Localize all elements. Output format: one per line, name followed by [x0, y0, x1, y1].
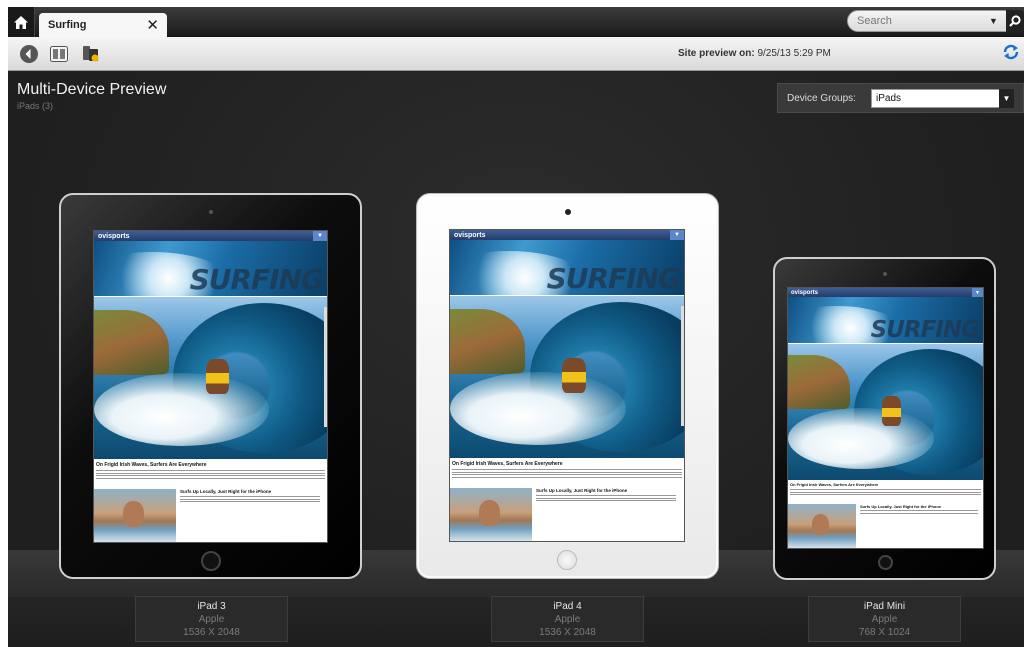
page-subtitle: iPads (3)	[17, 101, 54, 111]
screen-scrollbar[interactable]	[681, 306, 684, 426]
device-screen[interactable]: ovisports ▼ SURFING On Frigid Irish Wave…	[787, 287, 984, 549]
close-icon[interactable]: ✕	[146, 18, 159, 33]
camera-dot	[883, 272, 887, 276]
article-headline[interactable]: On Frigid Irish Waves, Surfers Are Every…	[96, 462, 207, 468]
device-screen[interactable]: ovisports ▼ SURFING On Frigid Irish Wave…	[449, 229, 685, 542]
site-banner: SURFING	[788, 297, 983, 343]
device-caption-ipad-3[interactable]: iPad 3 Apple 1536 X 2048	[135, 596, 288, 642]
devices-icon	[83, 46, 99, 62]
preview-area: Multi-Device Preview iPads (3) Device Gr…	[8, 72, 1024, 647]
device-resolution: 1536 X 2048	[183, 626, 240, 638]
thumbnail-image	[94, 489, 176, 542]
device-caption-ipad-mini[interactable]: iPad Mini Apple 768 X 1024	[808, 596, 961, 642]
banner-text: SURFING	[546, 262, 681, 295]
tab-label: Surfing	[48, 19, 87, 31]
article-headline[interactable]: On Frigid Irish Waves, Surfers Are Every…	[452, 461, 563, 467]
home-button-hardware	[878, 555, 893, 570]
search-box: ▼	[847, 10, 1008, 32]
site-menu-icon[interactable]: ▼	[313, 231, 327, 241]
device-maker: Apple	[198, 613, 225, 625]
article-text	[96, 470, 325, 480]
app-window: Surfing ✕ ▼	[8, 7, 1024, 647]
site-menu-icon[interactable]: ▼	[972, 288, 983, 297]
tab-bar: Surfing ✕ ▼	[8, 7, 1024, 37]
site-brand: ovisports	[98, 232, 130, 240]
side-article-headline[interactable]: Surfs Up Locally, Just Right for the iPh…	[180, 489, 271, 494]
screen-scrollbar[interactable]	[324, 307, 327, 427]
camera-dot	[209, 210, 213, 214]
device-screen[interactable]: ovisports ▼ SURFING On Frigid Irish Wave…	[93, 230, 328, 543]
home-button[interactable]	[8, 7, 35, 37]
device-name: iPad 3	[197, 600, 226, 612]
device-ipad-3: ovisports ▼ SURFING On Frigid Irish Wave…	[59, 193, 362, 579]
site-preview-value: 9/25/13 5:29 PM	[757, 48, 831, 59]
chevron-down-icon[interactable]: ▼	[989, 16, 998, 26]
site-banner: SURFING	[94, 241, 327, 296]
site-header: ovisports ▼	[450, 230, 684, 240]
back-button[interactable]	[16, 41, 42, 67]
thumbnail-image	[788, 504, 856, 548]
chevron-down-icon[interactable]: ▼	[999, 88, 1014, 108]
search-input[interactable]	[857, 15, 985, 27]
site-banner: SURFING	[450, 240, 684, 295]
home-icon	[14, 15, 28, 29]
toolbar: Site preview on: 9/25/13 5:29 PM	[8, 37, 1024, 71]
device-groups-select[interactable]: iPads ▼	[871, 88, 1014, 108]
banner-text: SURFING	[189, 263, 324, 296]
refresh-button[interactable]	[1002, 43, 1020, 66]
back-arrow-icon	[20, 45, 38, 63]
device-resolution: 768 X 1024	[858, 626, 911, 638]
device-maker: Apple	[871, 613, 898, 625]
thumbnail-image	[450, 488, 532, 541]
side-article-text	[180, 496, 320, 504]
device-name: iPad Mini	[863, 600, 906, 612]
device-maker: Apple	[554, 613, 581, 625]
home-button-hardware	[557, 550, 577, 570]
side-article-text	[536, 495, 676, 503]
article-text	[452, 469, 682, 479]
split-view-icon	[50, 46, 68, 62]
tab-surfing[interactable]: Surfing ✕	[39, 13, 167, 37]
side-article-headline[interactable]: Surfs Up Locally, Just Right for the iPh…	[860, 504, 941, 509]
device-preview-button[interactable]	[78, 41, 104, 67]
side-article-text	[860, 510, 978, 515]
device-ipad-mini: ovisports ▼ SURFING On Frigid Irish Wave…	[773, 257, 996, 580]
article-text	[790, 489, 981, 497]
search-icon	[1009, 15, 1021, 27]
refresh-icon	[1003, 44, 1019, 60]
banner-text: SURFING	[870, 317, 980, 343]
page-title: Multi-Device Preview	[17, 81, 167, 98]
camera-dot	[565, 209, 571, 215]
hero-image	[450, 296, 684, 458]
search-button[interactable]	[1006, 10, 1024, 32]
device-groups-label: Device Groups:	[787, 92, 856, 104]
article-headline[interactable]: On Frigid Irish Waves, Surfers Are Every…	[790, 482, 878, 487]
site-brand: ovisports	[454, 231, 486, 239]
split-view-button[interactable]	[46, 41, 72, 67]
site-header: ovisports ▼	[788, 288, 983, 297]
hero-image	[788, 344, 983, 480]
device-name: iPad 4	[553, 600, 582, 612]
site-brand: ovisports	[791, 289, 819, 296]
device-resolution: 1536 X 2048	[539, 626, 596, 638]
site-header: ovisports ▼	[94, 231, 327, 241]
side-article-headline[interactable]: Surfs Up Locally, Just Right for the iPh…	[536, 488, 627, 493]
site-menu-icon[interactable]: ▼	[670, 230, 684, 240]
device-groups-control: Device Groups: iPads ▼	[777, 83, 1024, 113]
home-button-hardware	[201, 551, 221, 571]
device-groups-value: iPads	[876, 92, 902, 104]
device-caption-ipad-4[interactable]: iPad 4 Apple 1536 X 2048	[491, 596, 644, 642]
hero-image	[94, 297, 327, 459]
site-preview-label: Site preview on:	[678, 48, 755, 59]
device-ipad-4: ovisports ▼ SURFING On Frigid Irish Wave…	[416, 193, 719, 579]
site-preview-info: Site preview on: 9/25/13 5:29 PM	[678, 48, 831, 59]
